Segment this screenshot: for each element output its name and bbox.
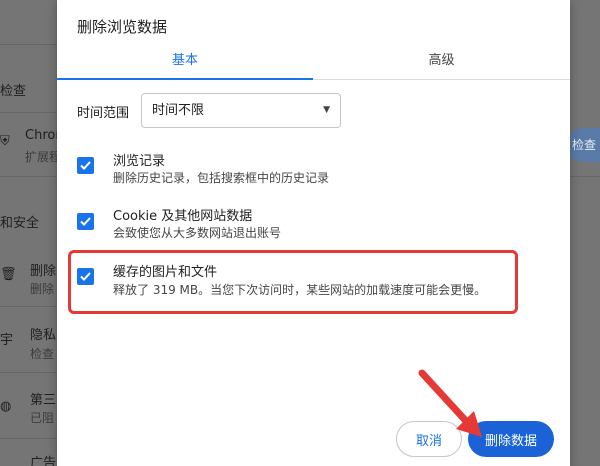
clear-browsing-data-dialog: 删除浏览数据 基本 高级 时间范围 时间不限 ▼ 浏览记录 删除历史记录，包括搜… — [57, 0, 570, 466]
bg-item-sub: 删除 — [30, 282, 55, 296]
time-range-label: 时间范围 — [77, 106, 130, 121]
bg-item-sub: 检查 — [30, 347, 55, 361]
cookie-icon: ◍ — [0, 399, 12, 414]
divider — [570, 176, 600, 177]
checkmark-icon — [80, 217, 91, 226]
divider — [0, 112, 60, 113]
shield-icon: ⛨ — [0, 134, 10, 149]
checkmark-icon — [80, 161, 91, 170]
divider — [0, 44, 60, 45]
divider — [0, 306, 60, 307]
browsing-history-desc: 删除历史记录，包括搜索框中的历史记录 — [113, 171, 330, 185]
time-range-select[interactable]: 时间不限 ▼ — [141, 93, 341, 128]
cookies-checkbox[interactable] — [77, 213, 94, 230]
trash-icon: 🗑 — [0, 267, 17, 282]
cookies-desc: 会致使您从大多数网站退出账号 — [113, 226, 282, 240]
tab-advanced[interactable]: 高级 — [313, 44, 570, 80]
bg-item-label: 广告 — [30, 456, 57, 466]
bg-section-label: 检查 — [0, 84, 27, 99]
browsing-history-checkbox[interactable] — [77, 157, 94, 174]
bg-item-label: 删除 — [30, 264, 57, 279]
privacy-icon: 宇 — [0, 333, 14, 348]
annotation-arrow-icon — [418, 369, 482, 437]
browsing-history-title: 浏览记录 — [113, 154, 166, 169]
tab-bar: 基本 高级 — [57, 44, 570, 80]
bg-item-sub: 已阻 — [30, 411, 55, 425]
divider — [0, 438, 60, 439]
divider — [0, 372, 60, 373]
bg-section-label: 和安全 — [0, 216, 40, 231]
divider — [0, 176, 60, 177]
dialog-title: 删除浏览数据 — [77, 18, 168, 36]
annotation-highlight-box — [68, 250, 518, 314]
time-range-value: 时间不限 — [152, 103, 205, 118]
caret-down-icon: ▼ — [323, 105, 330, 115]
bg-item-label: 隐私 — [30, 328, 57, 343]
bg-check-button: 检查 — [566, 128, 600, 162]
tab-basic[interactable]: 基本 — [57, 44, 313, 80]
bg-item-label: 第三 — [30, 393, 57, 408]
bg-item-sub: 扩展程 — [25, 150, 62, 164]
cookies-title: Cookie 及其他网站数据 — [113, 209, 253, 224]
